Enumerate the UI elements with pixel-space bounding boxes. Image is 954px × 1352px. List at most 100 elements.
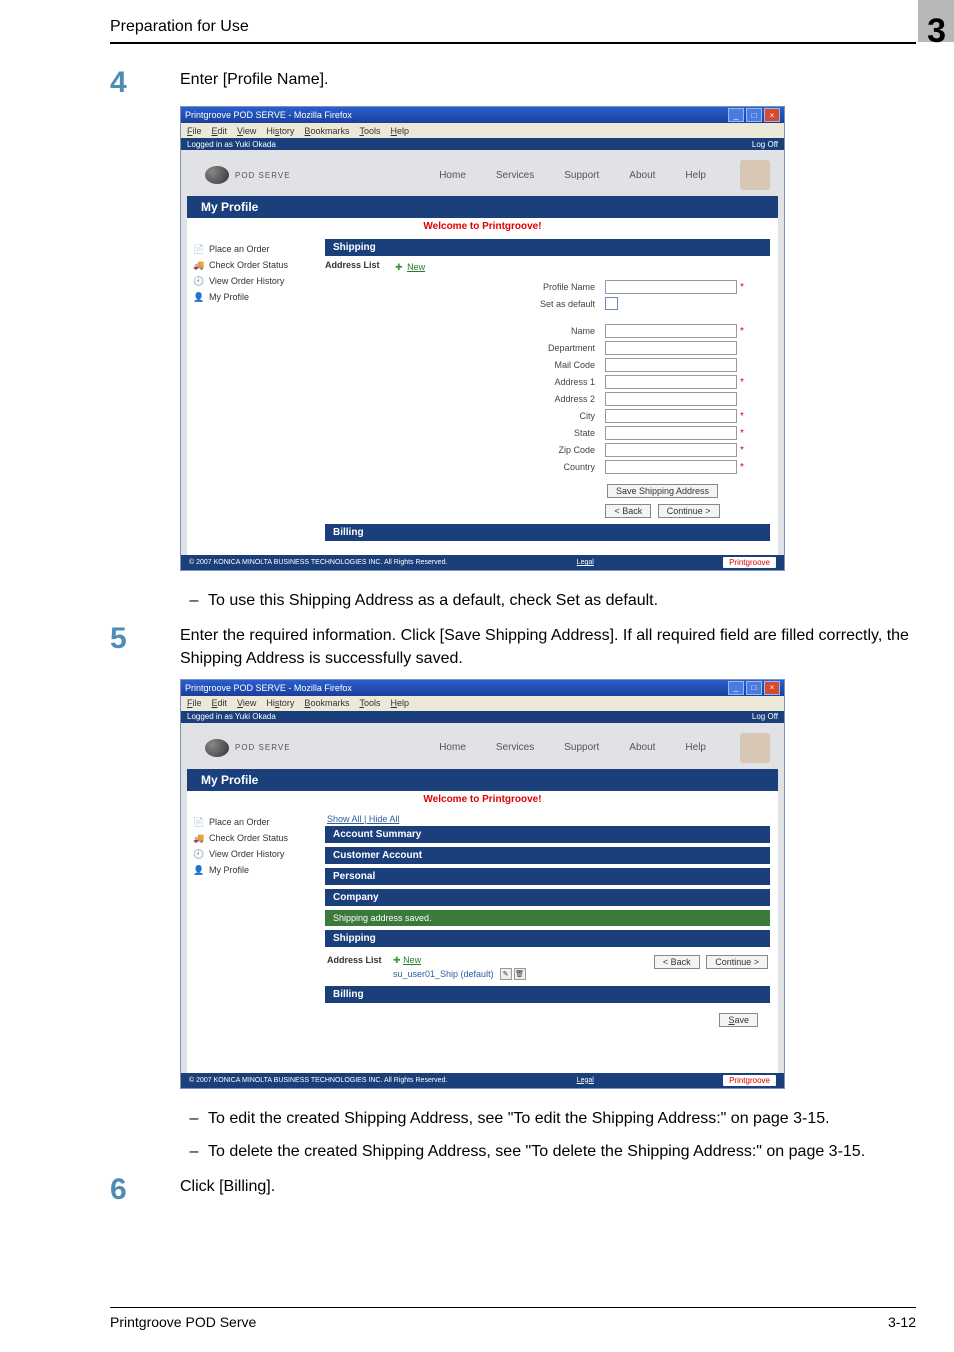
required-star: * (740, 282, 744, 293)
profile-name-input[interactable] (605, 280, 737, 294)
country-input[interactable] (605, 460, 737, 474)
nav-services[interactable]: Services (496, 170, 534, 181)
sidebar-item-order-history[interactable]: 🕘 View Order History (187, 273, 317, 289)
minimize-icon[interactable]: _ (728, 681, 744, 695)
name-input[interactable] (605, 324, 737, 338)
sidebar-item-my-profile[interactable]: 👤 My Profile (187, 289, 317, 305)
personal-header[interactable]: Personal (325, 868, 770, 885)
set-default-checkbox[interactable] (605, 297, 618, 310)
window-titlebar: Printgroove POD SERVE - Mozilla Firefox … (181, 107, 784, 123)
sidebar-item-check-status[interactable]: 🚚 Check Order Status (187, 830, 317, 846)
menu-view[interactable]: View (237, 126, 256, 136)
customer-account-header[interactable]: Customer Account (325, 847, 770, 864)
nav-home[interactable]: Home (439, 170, 466, 181)
delete-icon[interactable]: 🗑 (514, 968, 526, 980)
nav-help[interactable]: Help (685, 742, 706, 753)
sidebar-label: My Profile (209, 292, 249, 302)
account-summary-header[interactable]: Account Summary (325, 826, 770, 843)
field-label-address2: Address 2 (395, 394, 605, 404)
step-number: 5 (110, 624, 180, 654)
logoff-link[interactable]: Log Off (752, 712, 778, 721)
field-label-country: Country (395, 462, 605, 472)
zip-input[interactable] (605, 443, 737, 457)
footer-rule (110, 1307, 916, 1308)
new-address-link[interactable]: New (407, 262, 425, 272)
history-icon: 🕘 (193, 849, 203, 859)
billing-section-header[interactable]: Billing (325, 986, 770, 1003)
required-star: * (740, 411, 744, 422)
edit-icon[interactable]: ✎ (500, 968, 512, 980)
browser-menubar: File Edit View History Bookmarks Tools H… (181, 696, 784, 711)
menu-file[interactable]: File (187, 698, 202, 708)
menu-edit[interactable]: Edit (212, 698, 228, 708)
welcome-banner: Welcome to Printgroove! (187, 791, 778, 808)
logo-icon (205, 166, 229, 184)
new-address-link[interactable]: New (403, 955, 421, 965)
nav-about[interactable]: About (629, 170, 655, 181)
menu-help[interactable]: Help (390, 698, 409, 708)
save-shipping-button[interactable]: Save Shipping Address (607, 484, 718, 498)
footer-legal-link[interactable]: Legal (577, 559, 594, 566)
menu-history[interactable]: History (266, 698, 294, 708)
person-icon: 👤 (193, 292, 203, 302)
page-header: Preparation for Use (110, 18, 249, 36)
plus-icon: ✚ (393, 955, 401, 965)
nav-help[interactable]: Help (685, 170, 706, 181)
nav-about[interactable]: About (629, 742, 655, 753)
minimize-icon[interactable]: _ (728, 108, 744, 122)
bullet-text: To delete the created Shipping Address, … (208, 1140, 916, 1163)
sidebar-item-place-order[interactable]: 📄 Place an Order (187, 241, 317, 257)
field-label-city: City (395, 411, 605, 421)
menu-history[interactable]: History (266, 126, 294, 136)
window-titlebar: Printgroove POD SERVE - Mozilla Firefox … (181, 680, 784, 696)
sidebar-item-check-status[interactable]: 🚚 Check Order Status (187, 257, 317, 273)
maximize-icon[interactable]: □ (746, 108, 762, 122)
close-icon[interactable]: × (764, 108, 780, 122)
nav-support[interactable]: Support (564, 170, 599, 181)
nav-support[interactable]: Support (564, 742, 599, 753)
menu-tools[interactable]: Tools (359, 698, 380, 708)
footer-legal-link[interactable]: Legal (577, 1077, 594, 1084)
sidebar-item-my-profile[interactable]: 👤 My Profile (187, 862, 317, 878)
show-hide-all-link[interactable]: Show All | Hide All (325, 812, 770, 826)
menu-tools[interactable]: Tools (359, 126, 380, 136)
menu-edit[interactable]: Edit (212, 126, 228, 136)
shipping-section-header[interactable]: Shipping (325, 239, 770, 256)
address1-input[interactable] (605, 375, 737, 389)
address-item[interactable]: su_user01_Ship (default) (393, 969, 494, 979)
logged-in-label: Logged in as Yuki Okada (187, 712, 276, 721)
company-header[interactable]: Company (325, 889, 770, 906)
menu-bookmarks[interactable]: Bookmarks (304, 698, 349, 708)
nav-home[interactable]: Home (439, 742, 466, 753)
shipping-section-header[interactable]: Shipping (325, 930, 770, 947)
continue-button[interactable]: Continue > (658, 504, 720, 518)
sidebar-item-place-order[interactable]: 📄 Place an Order (187, 814, 317, 830)
mailcode-input[interactable] (605, 358, 737, 372)
step-number: 4 (110, 68, 180, 98)
city-input[interactable] (605, 409, 737, 423)
nav-services[interactable]: Services (496, 742, 534, 753)
close-icon[interactable]: × (764, 681, 780, 695)
continue-button[interactable]: Continue > (706, 955, 768, 969)
save-button[interactable]: Save (719, 1013, 758, 1027)
header-rule (110, 42, 916, 44)
menu-file[interactable]: File (187, 126, 202, 136)
maximize-icon[interactable]: □ (746, 681, 762, 695)
step-text: Click [Billing]. (180, 1175, 916, 1198)
address2-input[interactable] (605, 392, 737, 406)
back-button[interactable]: < Back (654, 955, 700, 969)
billing-section-header[interactable]: Billing (325, 524, 770, 541)
department-input[interactable] (605, 341, 737, 355)
back-button[interactable]: < Back (605, 504, 651, 518)
menu-help[interactable]: Help (390, 126, 409, 136)
logoff-link[interactable]: Log Off (752, 140, 778, 149)
menu-bookmarks[interactable]: Bookmarks (304, 126, 349, 136)
logo-icon (205, 739, 229, 757)
window-title: Printgroove POD SERVE - Mozilla Firefox (185, 110, 352, 120)
required-star: * (740, 428, 744, 439)
sidebar-item-order-history[interactable]: 🕘 View Order History (187, 846, 317, 862)
person-icon: 👤 (193, 865, 203, 875)
avatar (740, 733, 770, 763)
menu-view[interactable]: View (237, 698, 256, 708)
state-input[interactable] (605, 426, 737, 440)
